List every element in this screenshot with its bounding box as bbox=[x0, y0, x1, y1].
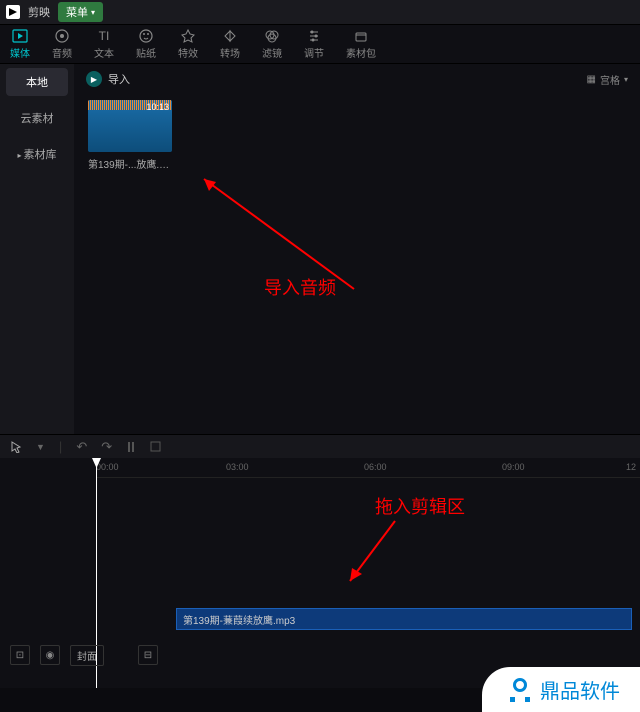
menu-button[interactable]: 菜单▾ bbox=[58, 2, 103, 22]
audio-icon bbox=[54, 28, 70, 44]
tab-transition[interactable]: 转场 bbox=[220, 28, 240, 60]
redo-icon[interactable]: ↷ bbox=[101, 439, 112, 455]
watermark: 鼎品软件 bbox=[482, 667, 640, 712]
media-item[interactable]: 10:13 第139期-...放鹰.mp3 bbox=[88, 100, 172, 171]
media-panel: ▶ 导入 ▦ 宫格 ▾ 10:13 第139期-...放鹰.mp3 导入音频 bbox=[74, 64, 640, 434]
sidebar-item-local[interactable]: 本地 bbox=[6, 68, 68, 96]
cursor-tool-icon[interactable] bbox=[10, 441, 22, 453]
import-button[interactable]: ▶ 导入 bbox=[86, 71, 130, 87]
text-icon: TI bbox=[96, 28, 112, 44]
track-mute-icon[interactable]: ◉ bbox=[40, 645, 60, 665]
track-lock-icon[interactable]: ⊡ bbox=[10, 645, 30, 665]
app-name: 剪映 bbox=[28, 4, 50, 20]
transition-icon bbox=[222, 28, 238, 44]
tab-pack[interactable]: 素材包 bbox=[346, 28, 376, 60]
pack-icon bbox=[353, 28, 369, 44]
media-duration: 10:13 bbox=[146, 102, 169, 112]
adjust-icon bbox=[306, 28, 322, 44]
import-icon: ▶ bbox=[86, 71, 102, 87]
chevron-down-icon[interactable]: ▼ bbox=[36, 442, 45, 452]
app-logo-icon bbox=[6, 5, 20, 19]
media-icon bbox=[12, 28, 28, 44]
undo-icon[interactable]: ↶ bbox=[76, 439, 87, 455]
fx-icon bbox=[180, 28, 196, 44]
filter-icon bbox=[264, 28, 280, 44]
tab-sticker[interactable]: 贴纸 bbox=[136, 28, 156, 60]
view-mode-button[interactable]: ▦ 宫格 ▾ bbox=[587, 72, 628, 87]
split-icon[interactable] bbox=[126, 441, 136, 453]
cover-button[interactable]: 封面 bbox=[70, 645, 104, 666]
timeline-toolbar: ▼ | ↶ ↷ bbox=[0, 434, 640, 458]
timeline[interactable]: 00:00 03:00 06:00 09:00 12 第139期-蒹葭续放鹰.m… bbox=[0, 458, 640, 688]
tab-adjust[interactable]: 调节 bbox=[304, 28, 324, 60]
sidebar: 本地 云素材 ▸素材库 bbox=[0, 64, 74, 434]
delete-icon[interactable] bbox=[150, 441, 161, 452]
media-thumbnail: 10:13 bbox=[88, 100, 172, 152]
annotation-text-1: 导入音频 bbox=[264, 274, 336, 300]
audio-clip[interactable]: 第139期-蒹葭续放鹰.mp3 bbox=[176, 608, 632, 630]
watermark-icon bbox=[508, 678, 532, 702]
annotation-text-2: 拖入剪辑区 bbox=[375, 493, 465, 519]
grid-icon: ▦ bbox=[587, 74, 596, 85]
main-area: 本地 云素材 ▸素材库 ▶ 导入 ▦ 宫格 ▾ 10:13 第139期-...放… bbox=[0, 64, 640, 434]
time-ruler[interactable]: 00:00 03:00 06:00 09:00 12 bbox=[96, 458, 640, 478]
category-tabs: 媒体 音频 TI 文本 贴纸 特效 转场 滤镜 调节 素材包 bbox=[0, 24, 640, 64]
tab-audio[interactable]: 音频 bbox=[52, 28, 72, 60]
tab-media[interactable]: 媒体 bbox=[10, 28, 30, 60]
sticker-icon bbox=[138, 28, 154, 44]
media-filename: 第139期-...放鹰.mp3 bbox=[88, 156, 172, 171]
sidebar-item-library[interactable]: ▸素材库 bbox=[0, 136, 74, 172]
track-add-icon[interactable]: ⊟ bbox=[138, 645, 158, 665]
tab-text[interactable]: TI 文本 bbox=[94, 28, 114, 60]
tab-fx[interactable]: 特效 bbox=[178, 28, 198, 60]
sidebar-item-cloud[interactable]: 云素材 bbox=[0, 100, 74, 136]
tab-filter[interactable]: 滤镜 bbox=[262, 28, 282, 60]
track-area[interactable]: 第139期-蒹葭续放鹰.mp3 ⊡ ◉ 封面 ⊟ bbox=[0, 478, 640, 688]
titlebar: 剪映 菜单▾ bbox=[0, 0, 640, 24]
